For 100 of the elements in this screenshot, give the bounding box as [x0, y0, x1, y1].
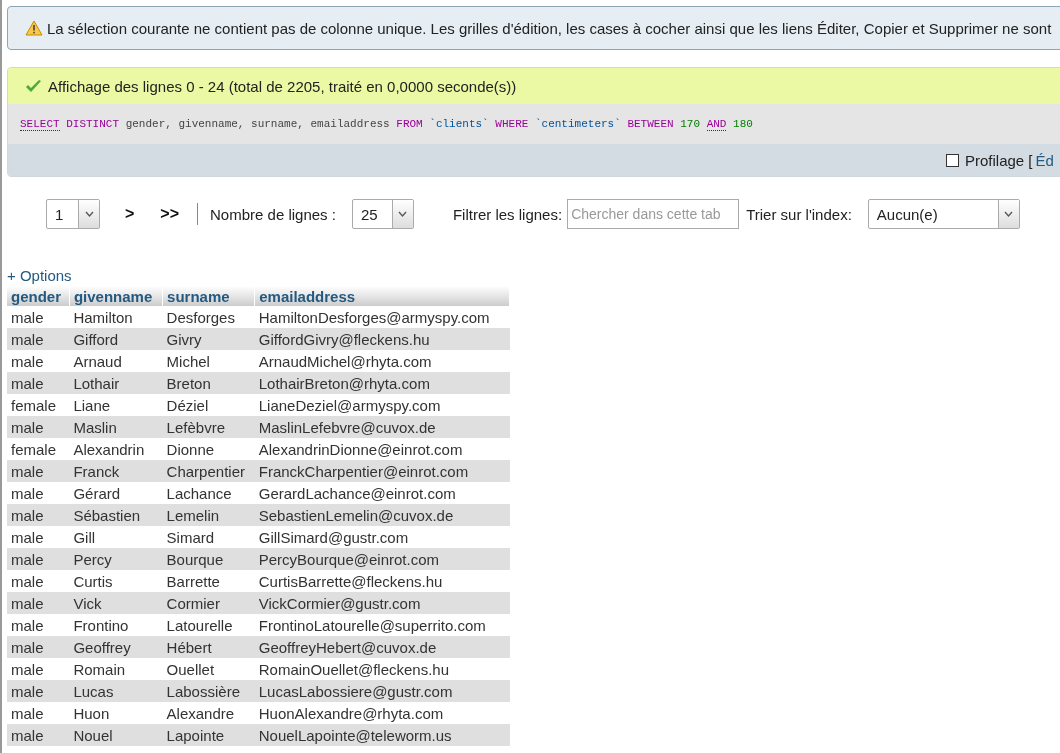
table-cell: Lapointe [162, 724, 255, 746]
column-header[interactable]: emailaddress [254, 286, 510, 306]
table-cell: GiffordGivry@fleckens.hu [254, 328, 510, 350]
last-page-button[interactable]: >> [160, 205, 180, 223]
table-cell: male [7, 504, 70, 526]
table-cell: Simard [162, 526, 255, 548]
table-cell: MaslinLefebvre@cuvox.de [254, 416, 510, 438]
page-select[interactable]: 1 [46, 199, 100, 229]
table-cell: male [7, 328, 70, 350]
table-cell: male [7, 724, 70, 746]
table-cell: Percy [69, 548, 163, 570]
table-cell: Sébastien [69, 504, 163, 526]
table-cell: Franck [69, 460, 163, 482]
table-cell: Labossière [162, 680, 255, 702]
table-cell: male [7, 416, 70, 438]
success-message: Affichage des lignes 0 - 24 (total de 2205, traité en 0,0000 seconde(s)) [48, 77, 517, 95]
table-cell: LucasLabossiere@gustr.com [254, 680, 510, 702]
table-cell: Lefèbvre [162, 416, 255, 438]
caret-icon [398, 211, 408, 217]
table-cell: FranckCharpentier@einrot.com [254, 460, 510, 482]
table-cell: Michel [162, 350, 255, 372]
table-cell: Dionne [162, 438, 255, 460]
table-cell: Breton [162, 372, 255, 394]
profiling-checkbox[interactable] [946, 153, 959, 167]
filter-label: Filtrer les lignes: [452, 205, 563, 223]
table-cell: Huon [69, 702, 163, 724]
table-cell: male [7, 702, 70, 724]
edit-link[interactable]: Éd [1035, 151, 1054, 169]
table-cell: Curtis [69, 570, 163, 592]
table-cell: Latourelle [162, 614, 255, 636]
table-cell: GillSimard@gustr.com [254, 526, 510, 548]
table-cell: Charpentier [162, 460, 255, 482]
table-cell: GeoffreyHebert@cuvox.de [254, 636, 510, 658]
table-cell: Gill [69, 526, 163, 548]
table-cell: Barrette [162, 570, 255, 592]
table-cell: Bourque [162, 548, 255, 570]
sort-label: Trier sur l'index: [746, 205, 852, 223]
rows-select[interactable]: 25 [351, 199, 414, 229]
table-cell: Vick [69, 592, 163, 614]
table-cell: Lemelin [162, 504, 255, 526]
table-cell: GerardLachance@einrot.com [254, 482, 510, 504]
table-cell: SebastienLemelin@cuvox.de [254, 504, 510, 526]
table-cell: male [7, 680, 70, 702]
table-cell: RomainOuellet@fleckens.hu [254, 658, 510, 680]
table-cell: Hamilton [69, 306, 163, 328]
table-cell: Lothair [69, 372, 163, 394]
table-cell: male [7, 570, 70, 592]
column-header[interactable]: givenname [69, 286, 163, 306]
table-cell: Alexandrin [69, 438, 163, 460]
sql-query: SELECT DISTINCT gender, givenname, surname, emailaddress FROM `clients` WHERE `centimeters` BETWEEN 170 AND 180 [8, 104, 1060, 144]
table-cell: LothairBreton@rhyta.com [254, 372, 510, 394]
table-cell: Gérard [69, 482, 163, 504]
table-cell: Frontino [69, 614, 163, 636]
table-cell: male [7, 548, 70, 570]
table-cell: Liane [69, 394, 163, 416]
column-header[interactable]: gender [7, 286, 70, 306]
table-cell: Givry [162, 328, 255, 350]
caret-icon [1004, 211, 1014, 217]
table-cell: Lucas [69, 680, 163, 702]
table-cell: VickCormier@gustr.com [254, 592, 510, 614]
table-cell: male [7, 592, 70, 614]
table-cell: Lachance [162, 482, 255, 504]
table-cell: LianeDeziel@armyspy.com [254, 394, 510, 416]
profiling-label: Profilage [ [965, 151, 1033, 169]
table-cell: female [7, 394, 70, 416]
table-cell: male [7, 526, 70, 548]
table-cell: Hébert [162, 636, 255, 658]
table-cell: AlexandrinDionne@einrot.com [254, 438, 510, 460]
notice-text: La sélection courante ne contient pas de colonne unique. Les grilles d'édition, les cases à cocher ainsi que les liens Éditer, Copier et Supprimer ne sont [47, 19, 1052, 37]
table-cell: FrontinoLatourelle@superrito.com [254, 614, 510, 636]
table-cell: CurtisBarrette@fleckens.hu [254, 570, 510, 592]
table-cell: Cormier [162, 592, 255, 614]
table-cell: HamiltonDesforges@armyspy.com [254, 306, 510, 328]
next-page-button[interactable]: > [125, 205, 135, 223]
rows-label: Nombre de lignes : [210, 205, 336, 223]
table-cell: male [7, 482, 70, 504]
table-cell: Ouellet [162, 658, 255, 680]
table-cell: Déziel [162, 394, 255, 416]
table-cell: NouelLapointe@teleworm.us [254, 724, 510, 746]
caret-icon [84, 211, 94, 217]
warning-icon [25, 20, 43, 36]
sort-select[interactable]: Aucun(e) [867, 199, 1020, 229]
table-cell: Alexandre [162, 702, 255, 724]
table-cell: Romain [69, 658, 163, 680]
table-cell: male [7, 658, 70, 680]
filter-field[interactable]: Chercher dans cette tab [567, 199, 740, 229]
table-cell: Nouel [69, 724, 163, 746]
options-link[interactable]: + Options [7, 267, 72, 284]
table-cell: PercyBourque@einrot.com [254, 548, 510, 570]
table-cell: Gifford [69, 328, 163, 350]
column-header[interactable]: surname [162, 286, 255, 306]
table-cell: Desforges [162, 306, 255, 328]
checkmark-icon [25, 78, 42, 94]
table-cell: Geoffrey [69, 636, 163, 658]
table-cell: HuonAlexandre@rhyta.com [254, 702, 510, 724]
table-cell: male [7, 372, 70, 394]
table-cell: male [7, 460, 70, 482]
table-cell: ArnaudMichel@rhyta.com [254, 350, 510, 372]
table-cell: Arnaud [69, 350, 163, 372]
table-cell: female [7, 438, 70, 460]
